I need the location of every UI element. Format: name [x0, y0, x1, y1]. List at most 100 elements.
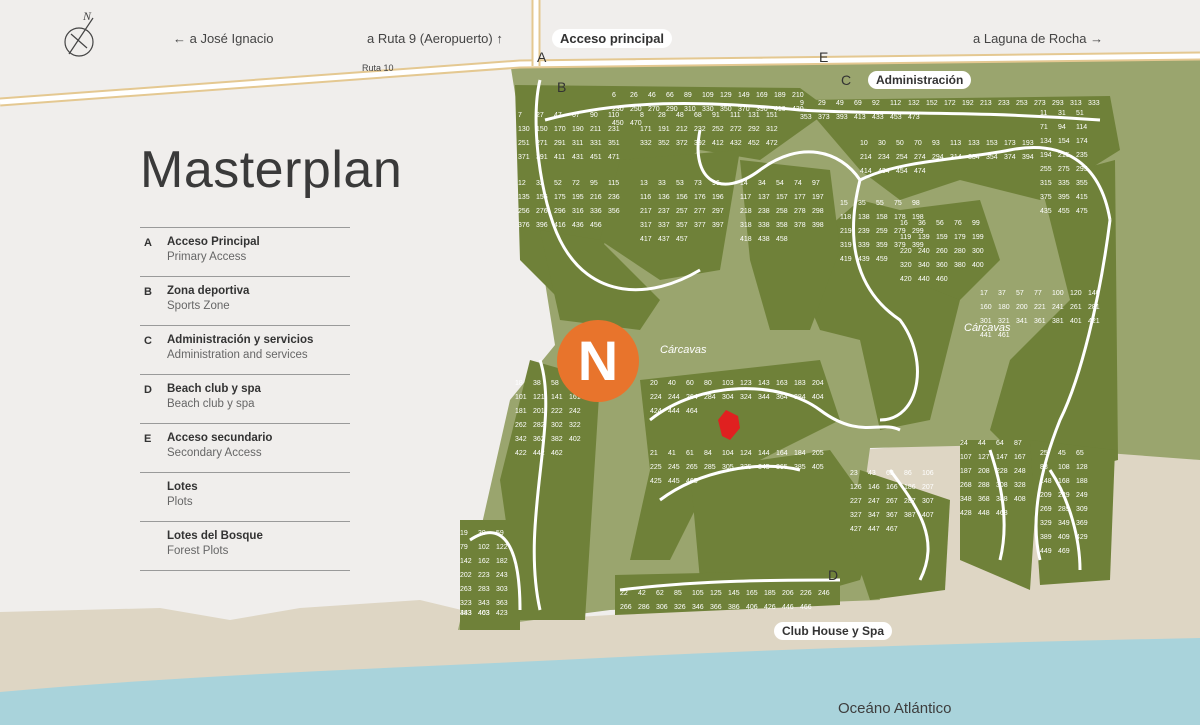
plot-number: 436: [572, 222, 584, 229]
plot-number: 437: [658, 236, 670, 243]
plot-number: 187: [960, 468, 972, 475]
plot-number: 349: [1058, 520, 1070, 527]
plot-number: 432: [730, 140, 742, 147]
plot-number: 15: [840, 200, 848, 207]
plot-number: 267: [886, 498, 898, 505]
brand-logo-letter: N: [577, 329, 619, 392]
plot-number: 293: [1052, 100, 1064, 107]
plot-number: 428: [960, 510, 972, 517]
plot-number: 396: [536, 222, 548, 229]
plot-number: 19: [460, 530, 468, 537]
plot-number: 286: [638, 604, 650, 611]
plot-number: 158: [876, 214, 888, 221]
plot-number: 148: [1040, 478, 1052, 485]
plot-number: 40: [668, 380, 676, 387]
plot-number: 233: [998, 100, 1010, 107]
plot-number: 335: [1058, 180, 1070, 187]
plot-number: 129: [720, 92, 732, 99]
plot-number: 25: [1040, 450, 1048, 457]
plot-number: 107: [960, 454, 972, 461]
plot-number: 212: [676, 126, 688, 133]
plot-number: 382: [551, 436, 563, 443]
nav-link-ruta-9[interactable]: a Ruta 9 (Aeropuerto) ↑: [367, 31, 503, 46]
label-acceso-principal: Acceso principal: [552, 29, 673, 48]
plot-number: 108: [1058, 464, 1070, 471]
plot-number: 122: [496, 544, 508, 551]
plot-number: 441: [980, 332, 992, 339]
legend-subtitle: Administration and services: [167, 349, 308, 361]
plot-number: 407: [922, 512, 934, 519]
plot-number: 414: [860, 168, 872, 175]
nav-link-laguna-rocha[interactable]: a Laguna de Rocha →: [973, 31, 1103, 46]
map-letter-a: A: [537, 49, 547, 65]
plot-number: 329: [1040, 520, 1052, 527]
plot-number: 185: [764, 590, 776, 597]
plot-number: 51: [1076, 110, 1084, 117]
plot-number: 376: [518, 222, 530, 229]
plot-number: 385: [794, 464, 806, 471]
plot-number: 433: [872, 114, 884, 121]
plot-number: 331: [590, 140, 602, 147]
plot-number: 377: [694, 222, 706, 229]
plot-number: 239: [858, 228, 870, 235]
plot-number: 230: [612, 106, 624, 113]
nav-link-jose-ignacio[interactable]: ← a José Ignacio: [173, 31, 273, 46]
plot-number: 55: [876, 200, 884, 207]
plot-number: 21: [650, 450, 658, 457]
plot-number: 447: [868, 526, 880, 533]
plot-number: 88: [1040, 464, 1048, 471]
plot-number: 409: [1058, 534, 1070, 541]
plot-number: 246: [818, 590, 830, 597]
plot-number: 412: [712, 140, 724, 147]
plot-number: 225: [650, 464, 662, 471]
plot-number: 115: [608, 180, 620, 187]
plot-number: 59: [496, 530, 504, 537]
plot-number: 241: [1052, 304, 1064, 311]
plot-number: 142: [460, 558, 472, 565]
plot-number: 395: [1058, 194, 1070, 201]
map-letter-d: D: [828, 567, 839, 583]
page-title: Masterplan: [140, 141, 403, 199]
plot-number: 243: [496, 572, 508, 579]
plot-number: 257: [676, 208, 688, 215]
plot-number: 322: [569, 422, 581, 429]
plot-number: 474: [914, 168, 926, 175]
plot-number: 290: [666, 106, 678, 113]
plot-number: 408: [1014, 496, 1026, 503]
plot-number: 101: [515, 394, 527, 401]
plot-number: 455: [1058, 208, 1070, 215]
plot-number: 14: [740, 180, 748, 187]
plot-number: 155: [536, 194, 548, 201]
plot-number: 11: [1040, 110, 1048, 117]
plot-number: 274: [914, 154, 926, 161]
plot-number: 181: [515, 408, 527, 415]
plot-number: 297: [712, 208, 724, 215]
plot-number: 364: [776, 394, 788, 401]
plot-number: 371: [518, 154, 530, 161]
plot-number: 327: [850, 512, 862, 519]
plot-number: 266: [620, 604, 632, 611]
plot-number: 123: [740, 380, 752, 387]
plot-number: 234: [878, 154, 890, 161]
plot-number: 445: [668, 478, 680, 485]
plot-number: 341: [1016, 318, 1028, 325]
plot-number: 323: [460, 600, 472, 607]
plot-number: 386: [728, 604, 740, 611]
plot-number: 254: [896, 154, 908, 161]
plot-number: 388: [996, 496, 1008, 503]
plot-number: 314: [950, 154, 962, 161]
plot-number: 454: [896, 168, 908, 175]
plot-number: 150: [536, 126, 548, 133]
legend-letter: C: [144, 335, 152, 347]
plot-number: 140: [1088, 290, 1100, 297]
plot-number: 208: [978, 468, 990, 475]
plot-number: 167: [1014, 454, 1026, 461]
plot-number: 189: [774, 92, 786, 99]
map-letter-b: B: [557, 79, 567, 95]
plot-number: 379: [894, 242, 906, 249]
plot-number: 154: [1058, 138, 1070, 145]
plot-number: 171: [640, 126, 652, 133]
plot-number: 28: [658, 112, 666, 119]
plot-number: 442: [533, 450, 545, 457]
plot-number: 471: [608, 154, 620, 161]
